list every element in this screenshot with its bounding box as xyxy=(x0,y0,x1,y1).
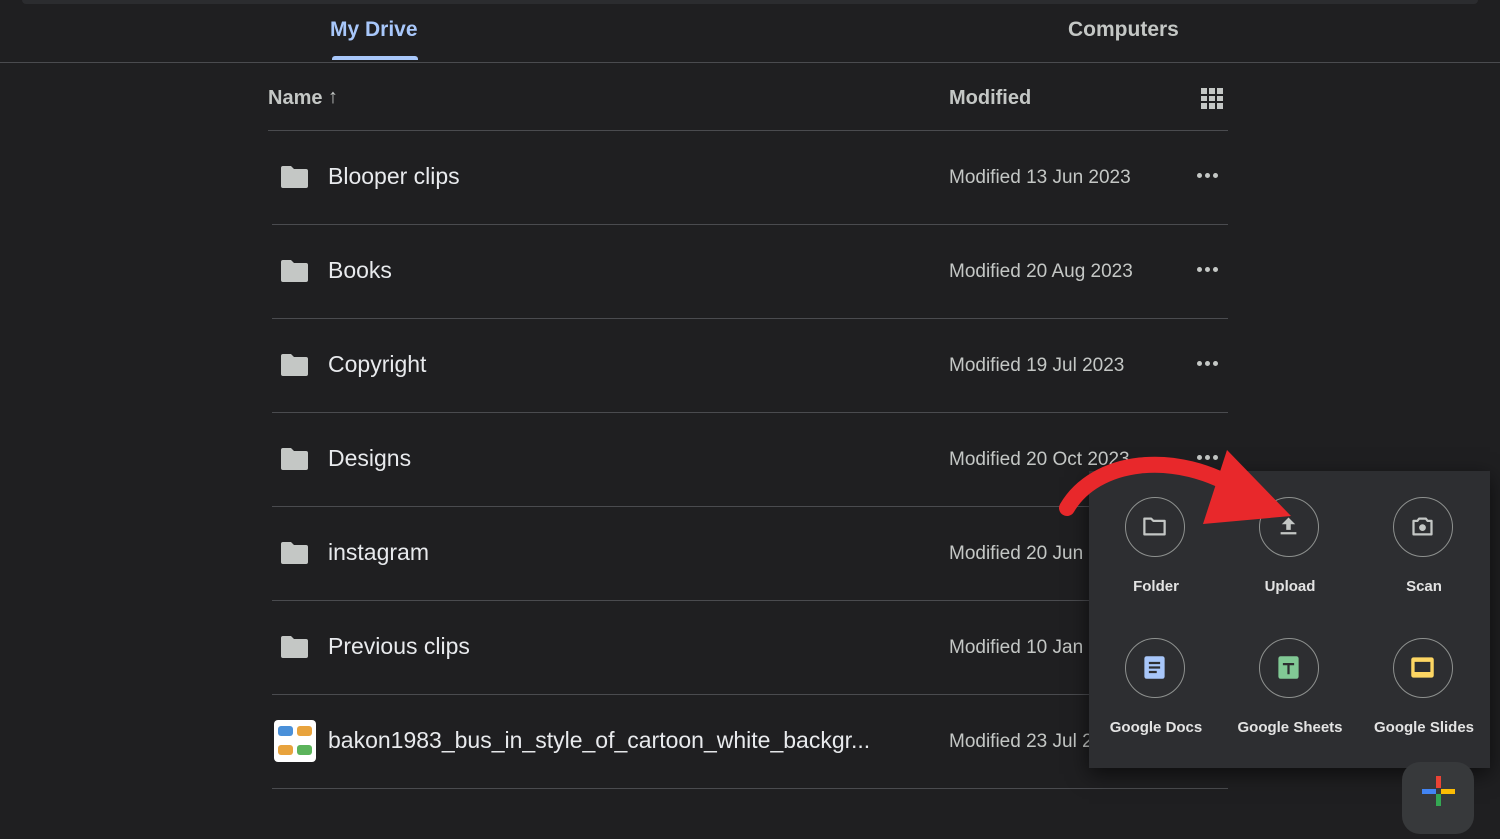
menu-item-google-sheets[interactable]: Google Sheets xyxy=(1223,612,1357,742)
menu-label: Scan xyxy=(1406,578,1442,595)
active-tab-indicator xyxy=(332,56,418,60)
file-modified-date: Modified 13 Jun 2023 xyxy=(949,167,1131,188)
more-options-icon[interactable] xyxy=(1197,162,1223,188)
menu-label: Folder xyxy=(1133,578,1179,595)
menu-icon-circle xyxy=(1393,497,1453,557)
plus-icon xyxy=(1422,776,1455,806)
sheets-icon xyxy=(1278,656,1299,679)
grid-view-icon[interactable] xyxy=(1201,88,1223,109)
menu-icon-circle xyxy=(1259,638,1319,698)
folder-icon xyxy=(281,260,308,282)
file-row-blooper-clips[interactable]: Blooper clips Modified 13 Jun 2023 xyxy=(272,130,1228,225)
menu-item-google-slides[interactable]: Google Slides xyxy=(1357,612,1491,742)
file-name: Blooper clips xyxy=(328,163,460,189)
menu-icon-circle xyxy=(1125,638,1185,698)
modified-column-header[interactable]: Modified xyxy=(949,87,1031,110)
slides-icon xyxy=(1411,657,1434,678)
tab-computers[interactable]: Computers xyxy=(1068,18,1179,42)
folder-icon xyxy=(281,542,308,564)
menu-item-scan[interactable]: Scan xyxy=(1357,471,1491,601)
file-list-header: Name ↑ Modified xyxy=(268,84,1228,131)
image-thumbnail xyxy=(274,720,316,762)
sort-by-name-button[interactable]: Name xyxy=(268,87,322,110)
more-options-icon[interactable] xyxy=(1197,256,1223,282)
menu-label: Google Docs xyxy=(1109,719,1203,736)
new-button[interactable] xyxy=(1402,762,1474,834)
camera-icon xyxy=(1412,517,1433,536)
menu-icon-circle xyxy=(1393,638,1453,698)
folder-icon xyxy=(281,354,308,376)
file-name: Copyright xyxy=(328,351,427,377)
drive-tabs: My Drive Computers xyxy=(0,0,1500,63)
more-options-icon[interactable] xyxy=(1197,350,1223,376)
sort-arrow-up-icon[interactable]: ↑ xyxy=(328,86,338,109)
menu-label: Upload xyxy=(1264,578,1316,595)
file-modified-date: Modified 19 Jul 2023 xyxy=(949,355,1125,376)
folder-icon xyxy=(281,166,308,188)
file-name: Previous clips xyxy=(328,633,470,659)
file-name: instagram xyxy=(328,539,429,565)
docs-icon xyxy=(1144,656,1165,679)
menu-label: Google Sheets xyxy=(1237,719,1343,736)
file-name: Books xyxy=(328,257,392,283)
file-row-copyright[interactable]: Copyright Modified 19 Jul 2023 xyxy=(272,318,1228,413)
menu-label: Google Slides xyxy=(1373,719,1475,736)
file-row-books[interactable]: Books Modified 20 Aug 2023 xyxy=(272,224,1228,319)
file-name: bakon1983_bus_in_style_of_cartoon_white_… xyxy=(328,727,871,753)
tab-my-drive[interactable]: My Drive xyxy=(330,18,418,42)
file-row-previous-clips[interactable]: Previous clips Modified 10 Jan 2023 xyxy=(272,600,1228,695)
file-modified-date: Modified 20 Aug 2023 xyxy=(949,261,1133,282)
folder-icon xyxy=(281,448,308,470)
folder-icon xyxy=(281,636,308,658)
file-name: Designs xyxy=(328,445,412,471)
menu-item-google-docs[interactable]: Google Docs xyxy=(1089,612,1223,742)
file-row-bus-image[interactable]: bakon1983_bus_in_style_of_cartoon_white_… xyxy=(272,694,1228,789)
annotation-arrow-icon xyxy=(1059,450,1291,524)
